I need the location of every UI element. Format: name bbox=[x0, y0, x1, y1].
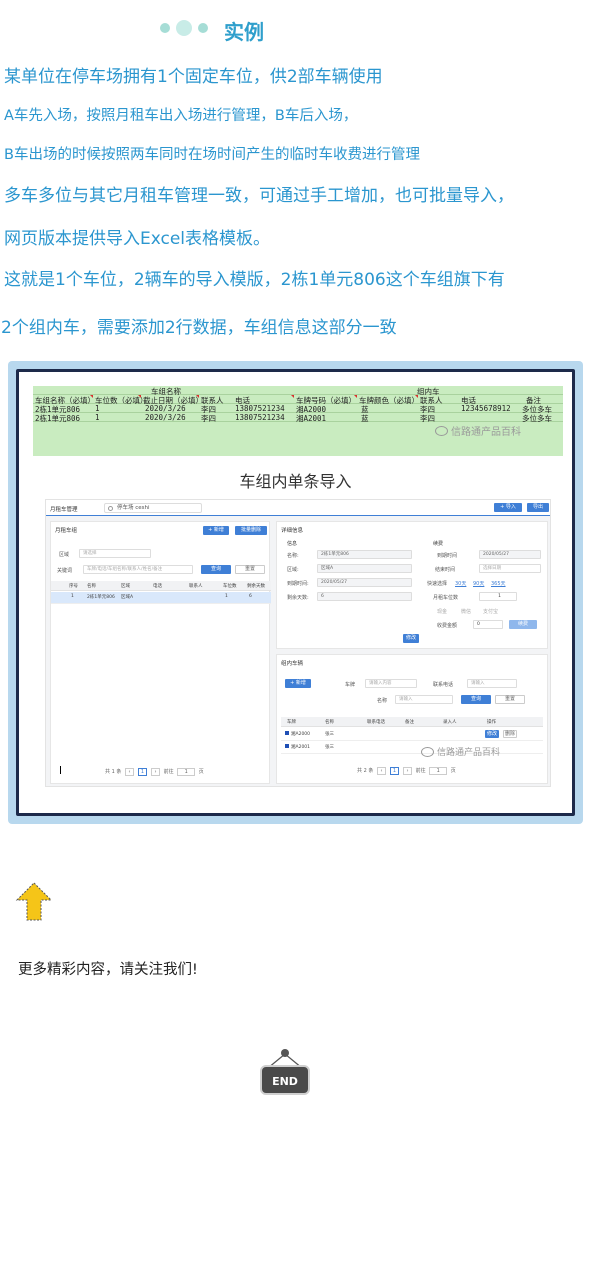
unit-count-stepper[interactable]: 1 bbox=[479, 592, 517, 601]
info-title: 信息 bbox=[287, 541, 298, 547]
remaining-days-field: 6 bbox=[317, 592, 412, 601]
car-name-input[interactable]: 请输入 bbox=[395, 695, 453, 704]
reset-button[interactable]: 重置 bbox=[235, 565, 265, 574]
keyword-input[interactable]: 车牌/电话/车组名称/联系人/姓名/备注 bbox=[83, 565, 193, 574]
app-brand: 月租车管理 bbox=[50, 507, 78, 513]
follow-text: 更多精彩内容，请关注我们! bbox=[18, 962, 198, 978]
add-group-button[interactable]: + 新增 bbox=[203, 526, 229, 535]
renew-expire-field: 2020/05/27 bbox=[479, 550, 541, 559]
edit-car-button[interactable]: 修改 bbox=[485, 730, 499, 738]
delete-car-button[interactable]: 删除 bbox=[503, 730, 517, 738]
section-heading: 实例 bbox=[0, 14, 600, 44]
group-cars-panel: 组内车辆 + 新增 车牌 请输入内容 联系电话 请输入 名称 请输入 查询 重置… bbox=[276, 654, 548, 784]
prev-page-button[interactable]: ‹ bbox=[124, 768, 134, 776]
import-button[interactable]: + 导入 bbox=[494, 503, 522, 512]
sheet-watermark: 信路通产品百科 bbox=[435, 423, 521, 438]
paragraph-1: 某单位在停车场拥有1个固定车位，供2部车辆使用 bbox=[4, 67, 383, 87]
area-label: 区域 bbox=[59, 552, 70, 558]
renew-title: 续费 bbox=[433, 541, 444, 547]
parking-lot-select[interactable]: 停车场 ceshi bbox=[104, 503, 202, 513]
group-table-header: 序号 名称 区域 电话 联系人 车位数 剩余天数 bbox=[51, 581, 271, 591]
panel-title: 详细信息 bbox=[281, 528, 304, 534]
excel-template-sheet: 车组名称 组内车 车组名称（必填） 车位数（必填） 截止日期（必填） 联系人 电… bbox=[33, 386, 563, 456]
plate-input[interactable]: 请输入内容 bbox=[365, 679, 417, 688]
screenshot-inner: 车组名称 组内车 车组名称（必填） 车位数（必填） 截止日期（必填） 联系人 电… bbox=[16, 369, 575, 816]
app-screenshot: 月租车管理 停车场 ceshi + 导入 导出 月租车组 + 新增 批量删除 区… bbox=[45, 499, 551, 787]
app-watermark: 信路通产品百科 bbox=[421, 745, 500, 758]
car-reset-button[interactable]: 重置 bbox=[495, 695, 525, 704]
goto-page-input[interactable]: 1 bbox=[429, 767, 448, 775]
panel-title: 月租车组 bbox=[55, 528, 78, 534]
sheet-row: 2栋1单元806 1 2020/3/26 李四 13807521234 湘A20… bbox=[33, 404, 563, 414]
export-button[interactable]: 导出 bbox=[527, 503, 549, 512]
quick-365-link[interactable]: 365天 bbox=[491, 580, 506, 587]
car-table-header: 车牌 名称 联系电话 备注 录入人 操作 bbox=[281, 717, 543, 727]
up-arrow-icon bbox=[15, 882, 53, 921]
page-button[interactable]: 1 bbox=[389, 767, 399, 775]
paragraph-7: 2个组内车，需要添加2行数据，车组信息这部分一致 bbox=[1, 318, 397, 338]
monthly-group-panel: 月租车组 + 新增 批量删除 区域 请选择 关键词 车牌/电话/车组名称/联系人… bbox=[50, 521, 271, 784]
table-row[interactable]: 1 2栋1单元806 区域A 1 6 bbox=[51, 592, 271, 604]
car-pagination: 共 2 条 ‹ 1 › 前往 1 页 bbox=[357, 767, 456, 775]
location-icon bbox=[108, 506, 113, 511]
end-date-picker[interactable]: 选择日期 bbox=[479, 564, 541, 573]
end-sign-icon: END bbox=[260, 1049, 310, 1095]
pay-cash-radio[interactable]: 现金 bbox=[437, 608, 447, 615]
paragraph-3: B车出场的时候按照两车同时在场时间产生的临时车收费进行管理 bbox=[4, 147, 420, 163]
table-row[interactable]: 湘A2000 张三 修改 删除 bbox=[281, 729, 543, 741]
next-page-button[interactable]: › bbox=[402, 767, 412, 775]
import-title: 车组内单条导入 bbox=[239, 472, 352, 491]
area-select[interactable]: 请选择 bbox=[79, 549, 151, 558]
search-button[interactable]: 查询 bbox=[201, 565, 231, 574]
table-row[interactable]: 湘A2001 张三 bbox=[281, 742, 543, 754]
next-page-button[interactable]: › bbox=[150, 768, 160, 776]
car-search-button[interactable]: 查询 bbox=[461, 695, 491, 704]
wechat-icon bbox=[435, 425, 448, 436]
fee-input[interactable]: 0 bbox=[473, 620, 503, 629]
end-label: END bbox=[272, 1075, 298, 1088]
screenshot-frame: 车组名称 组内车 车组名称（必填） 车位数（必填） 截止日期（必填） 联系人 电… bbox=[8, 361, 583, 824]
renew-button[interactable]: 续费 bbox=[509, 620, 537, 629]
decorative-dots bbox=[160, 20, 208, 36]
pay-alipay-radio[interactable]: 支付宝 bbox=[483, 608, 498, 615]
wechat-icon bbox=[421, 746, 434, 757]
keyword-label: 关键词 bbox=[57, 568, 73, 574]
panel-title: 组内车辆 bbox=[281, 661, 304, 667]
paragraph-2: A车先入场，按照月租车出入场进行管理，B车后入场， bbox=[4, 108, 358, 124]
paragraph-4: 多车多位与其它月租车管理一致，可通过手工增加，也可批量导入， bbox=[4, 186, 514, 206]
text-cursor bbox=[60, 766, 61, 774]
batch-delete-button[interactable]: 批量删除 bbox=[235, 526, 267, 535]
pay-wechat-radio[interactable]: 微信 bbox=[461, 608, 471, 615]
quick-90-link[interactable]: 90天 bbox=[473, 580, 484, 587]
app-topbar: 月租车管理 停车场 ceshi + 导入 导出 bbox=[46, 500, 550, 516]
paragraph-5: 网页版本提供导入Excel表格模板。 bbox=[4, 229, 271, 249]
quick-30-link[interactable]: 30天 bbox=[455, 580, 466, 587]
paragraph-6: 这就是1个车位，2辆车的导入模版，2栋1单元806这个车组旗下有 bbox=[4, 270, 505, 290]
goto-page-input[interactable]: 1 bbox=[177, 768, 196, 776]
heading-title: 实例 bbox=[224, 20, 264, 44]
add-car-button[interactable]: + 新增 bbox=[285, 679, 311, 688]
page-button[interactable]: 1 bbox=[137, 768, 147, 776]
phone-input[interactable]: 请输入 bbox=[467, 679, 517, 688]
group-pagination: 共 1 条 ‹ 1 › 前往 1 页 bbox=[105, 768, 204, 776]
group-name-field: 2栋1单元806 bbox=[317, 550, 412, 559]
sheet-row: 2栋1单元806 1 2020/3/26 李四 13807521234 湘A20… bbox=[33, 413, 563, 423]
detail-panel: 详细信息 信息 名称: 2栋1单元806 区域: 区域A 到期时间: 2020/… bbox=[276, 521, 548, 649]
group-area-field: 区域A bbox=[317, 564, 412, 573]
edit-group-button[interactable]: 修改 bbox=[403, 634, 419, 643]
expire-date-field: 2020/05/27 bbox=[317, 578, 412, 587]
prev-page-button[interactable]: ‹ bbox=[376, 767, 386, 775]
